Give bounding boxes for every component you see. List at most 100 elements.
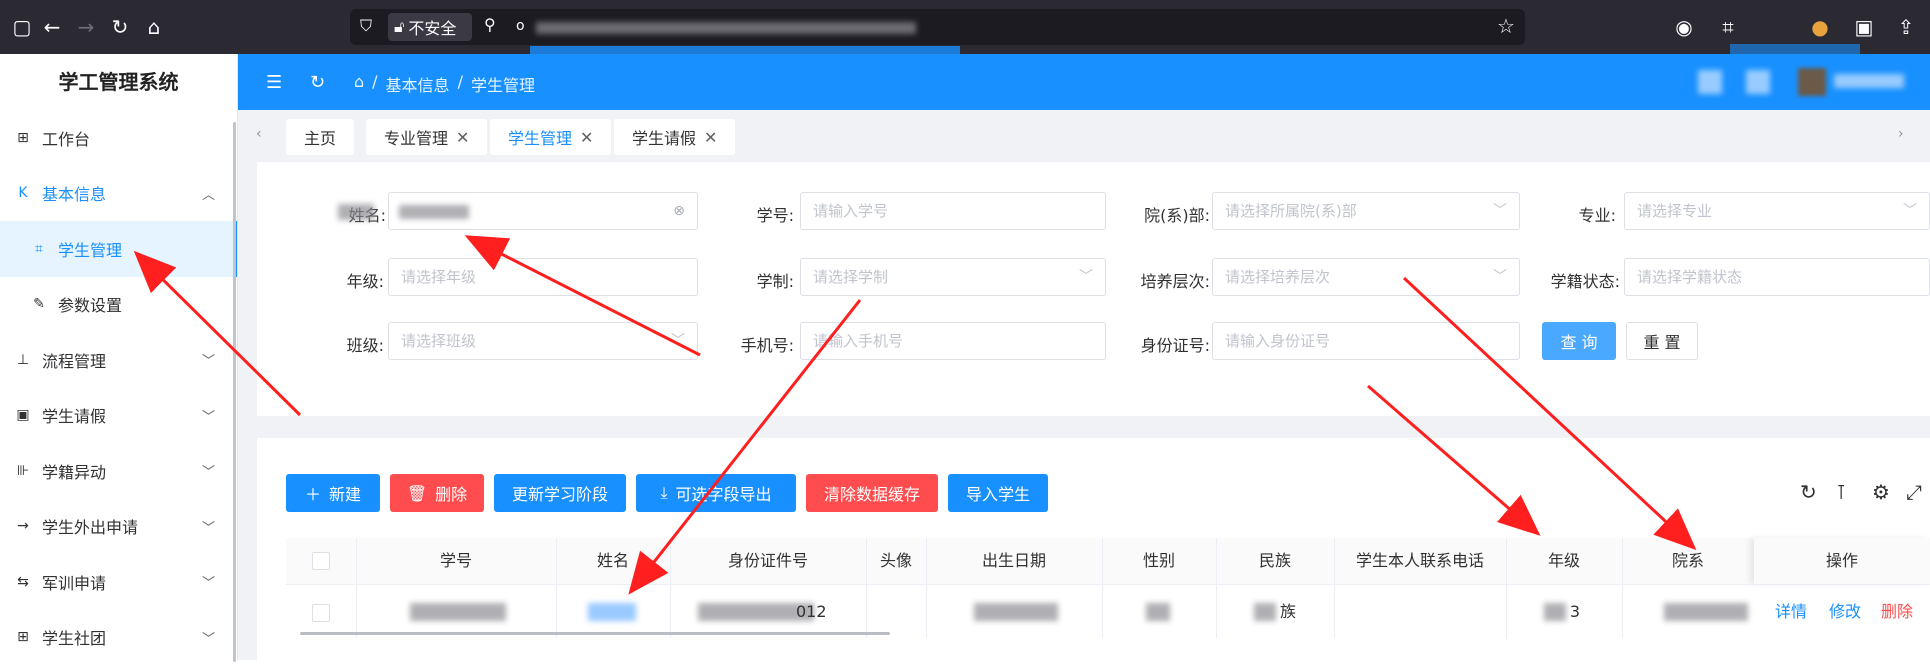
column-header-birthdate[interactable]: 出生日期 (926, 538, 1102, 584)
clear-cache-button[interactable]: 清除数据缓存 (806, 474, 938, 512)
back-icon[interactable]: ← (38, 13, 66, 41)
sidebar-item-leave[interactable]: ▣ 学生请假 ﹀ (0, 388, 237, 444)
refresh-icon[interactable]: ↻ (310, 72, 325, 93)
row-checkbox[interactable] (312, 604, 330, 622)
breadcrumb-item[interactable]: 基本信息 (386, 72, 450, 96)
reload-icon[interactable]: ↻ (106, 13, 134, 41)
refresh-icon[interactable]: ↻ (1800, 480, 1817, 504)
edit-link[interactable]: 修改 (1822, 586, 1868, 638)
department-select[interactable]: 请选择所属院(系)部﹀ (1212, 192, 1520, 230)
sidebar-item-workbench[interactable]: ⊞ 工作台 (0, 110, 237, 166)
fullscreen-icon[interactable]: ⤢ (1906, 480, 1922, 504)
column-header-name[interactable]: 姓名 (556, 538, 670, 584)
chevron-down-icon: ﹀ (202, 572, 215, 591)
import-button[interactable]: 导入学生 (948, 474, 1048, 512)
permissions-icon[interactable]: ⚲ (484, 15, 496, 34)
column-header-gender[interactable]: 性别 (1102, 538, 1216, 584)
sidebar-item-label: 学生社团 (42, 625, 106, 649)
crop-icon[interactable]: ⌗ (1714, 13, 1742, 41)
settings-icon[interactable]: ⚙ (1872, 480, 1890, 504)
class-select[interactable]: 请选择班级﹀ (388, 322, 698, 360)
clear-icon[interactable]: ⊗ (673, 193, 685, 229)
tags-scroll-left-icon[interactable]: ‹ (256, 126, 262, 142)
tags-scroll-right-icon[interactable]: › (1898, 126, 1904, 142)
tab-home[interactable]: 主页 (286, 119, 354, 155)
sidebar-item-status-change[interactable]: ⊪ 学籍异动 ﹀ (0, 443, 237, 499)
url-bar[interactable]: ⛉ 🔓︎ 不安全 ⚲ o ☆ (350, 9, 1525, 45)
sidebar-item-label: 学籍异动 (42, 459, 106, 483)
density-icon[interactable]: ⊺ (1836, 480, 1846, 504)
column-header-phone[interactable]: 学生本人联系电话 (1334, 538, 1506, 584)
chevron-down-icon: ﹀ (202, 461, 215, 480)
top-navbar: ☰ ↻ ⌂ / 基本信息 / 学生管理 (238, 54, 1930, 110)
sidebar-item-student-management[interactable]: ⌗ 学生管理 (0, 221, 237, 277)
account-icon[interactable]: ◉ (1670, 13, 1698, 41)
student-no-input[interactable]: 请输入学号 (800, 192, 1106, 230)
update-stage-button[interactable]: 更新学习阶段 (494, 474, 626, 512)
detail-link[interactable]: 详情 (1768, 586, 1814, 638)
column-header-student-no[interactable]: 学号 (356, 538, 556, 584)
username-redacted[interactable] (1834, 74, 1904, 88)
delete-button[interactable]: 🗑︎删除 (390, 474, 484, 512)
select-all-checkbox[interactable] (312, 552, 330, 570)
reader-icon[interactable]: ▣ (1850, 13, 1878, 41)
system-label: 学制: (730, 268, 794, 292)
delete-link[interactable]: 删除 (1874, 586, 1920, 638)
birthdate-redacted (974, 603, 1058, 621)
bookmark-star-icon[interactable]: ☆ (1497, 14, 1515, 38)
sidebar-item-process[interactable]: ⊥ 流程管理 ﹀ (0, 332, 237, 388)
phone-input[interactable]: 请输入手机号 (800, 322, 1106, 360)
table-horizontal-scrollbar[interactable] (300, 632, 890, 635)
sidebar-item-outing[interactable]: → 学生外出申请 ﹀ (0, 499, 237, 555)
query-button[interactable]: 查 询 (1542, 322, 1616, 360)
grade-select[interactable]: 请选择年级 (388, 258, 698, 296)
reset-button[interactable]: 重 置 (1626, 322, 1698, 360)
extension-icon[interactable]: ● (1806, 13, 1834, 41)
new-button[interactable]: ＋新建 (286, 474, 380, 512)
sidebar-item-label: 基本信息 (42, 181, 106, 205)
chevron-down-icon: ﹀ (1079, 259, 1093, 295)
scan-icon: ⌗ (30, 240, 48, 258)
system-select[interactable]: 请选择学制﹀ (800, 258, 1106, 296)
id-input[interactable]: 请输入身份证号 (1212, 322, 1520, 360)
name-input[interactable]: ⊗ (388, 192, 698, 230)
sidebar-item-clubs[interactable]: ⊞ 学生社团 ﹀ (0, 610, 237, 665)
home-icon[interactable]: ⌂ (140, 13, 168, 41)
security-indicator[interactable]: 🔓︎ 不安全 (388, 13, 472, 41)
tab-student-leave[interactable]: 学生请假✕ (614, 119, 735, 155)
sidebar-item-basic-info[interactable]: K 基本信息 ︿ (0, 166, 237, 222)
student-name-link-redacted[interactable] (588, 603, 636, 621)
column-header-department[interactable]: 院系 (1622, 538, 1754, 584)
chevron-down-icon: ﹀ (1903, 193, 1917, 229)
tab-student-management[interactable]: 学生管理✕ (490, 119, 611, 155)
forward-icon[interactable]: → (72, 13, 100, 41)
tab-major-management[interactable]: 专业管理✕ (366, 119, 487, 155)
sidebar-scrollbar[interactable] (233, 122, 236, 662)
plus-icon: ＋ (305, 481, 321, 505)
status-select[interactable]: 请选择学籍状态 (1624, 258, 1930, 296)
sidebar-item-label: 流程管理 (42, 348, 106, 372)
column-header-grade[interactable]: 年级 (1506, 538, 1622, 584)
tablet-icon: ▣ (14, 406, 32, 424)
grid-icon: ⊞ (14, 628, 32, 646)
close-icon[interactable]: ✕ (580, 128, 593, 147)
menu-fold-icon[interactable]: ☰ (266, 72, 282, 93)
avatar[interactable] (1798, 68, 1826, 96)
export-button[interactable]: ⤓可选字段导出 (636, 474, 796, 512)
column-header-avatar[interactable]: 头像 (866, 538, 926, 584)
sidebar-item-military-training[interactable]: ⇆ 军训申请 ﹀ (0, 554, 237, 610)
column-header-ethnicity[interactable]: 民族 (1216, 538, 1334, 584)
fullscreen-icon[interactable] (1746, 70, 1770, 94)
notification-icon[interactable] (1698, 70, 1722, 94)
close-icon[interactable]: ✕ (704, 128, 717, 147)
trash-icon: 🗑︎ (407, 484, 427, 503)
sidebar-toggle-icon[interactable]: ▢ (8, 13, 36, 41)
home-icon[interactable]: ⌂ (354, 72, 364, 96)
close-icon[interactable]: ✕ (456, 128, 469, 147)
share-icon[interactable]: ⇪ (1892, 13, 1920, 41)
level-select[interactable]: 请选择培养层次﹀ (1212, 258, 1520, 296)
sidebar-item-parameter-settings[interactable]: ✎ 参数设置 (0, 277, 237, 333)
major-select[interactable]: 请选择专业﹀ (1624, 192, 1930, 230)
download-icon: ⤓ (660, 483, 667, 503)
column-header-id[interactable]: 身份证件号 (670, 538, 866, 584)
